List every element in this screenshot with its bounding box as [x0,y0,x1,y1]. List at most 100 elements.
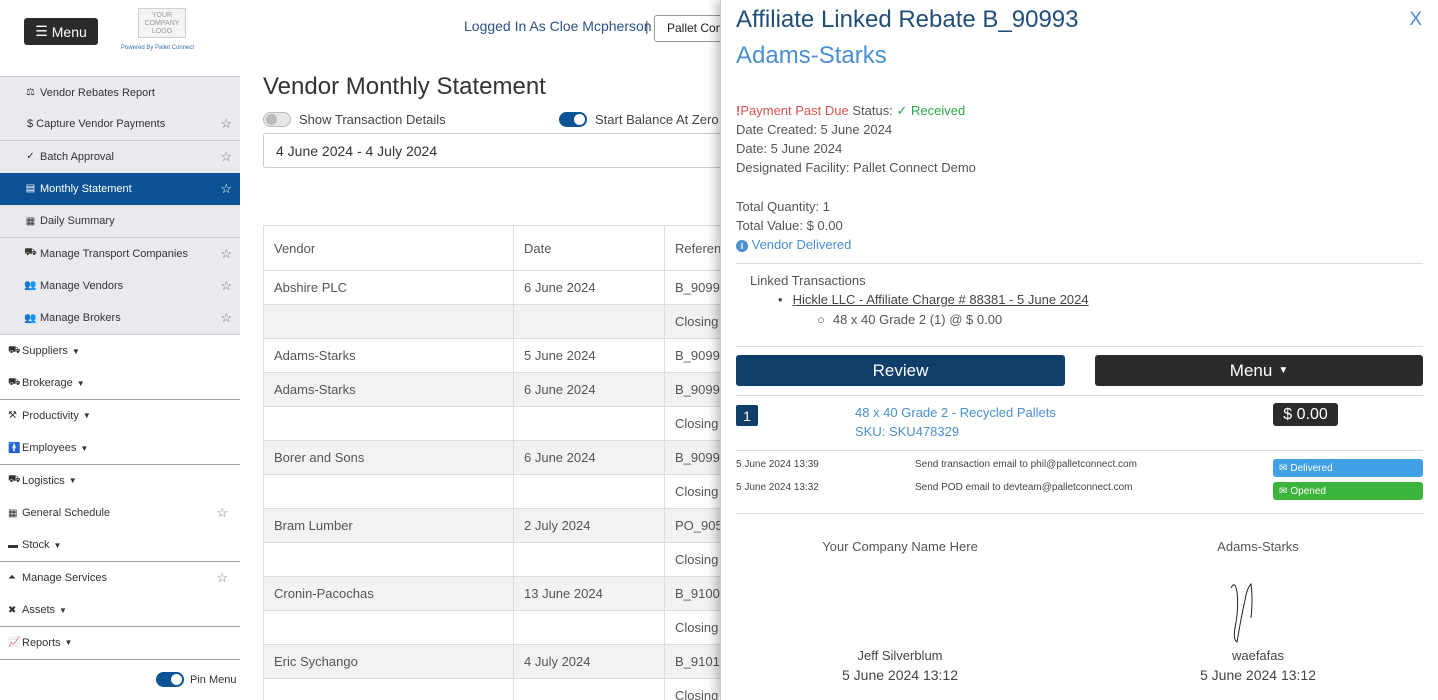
sidebar-item-label: Manage Services [22,571,107,584]
vendor-signer-name: waefafas [1231,648,1285,663]
list-icon: ▤ [25,183,36,195]
vendor-signature-date: 5 June 2024 13:12 [1200,667,1316,683]
sidebar-item-monthly-statement[interactable]: ▤ Monthly Statement ☆ [0,172,240,206]
sidebar-item-employees[interactable]: 🚹 Employees ▼ [0,432,240,466]
cell-date [513,678,665,700]
table-icon: ▦ [25,215,36,227]
start-balance-toggle[interactable] [559,112,587,127]
favorite-star-icon[interactable]: ☆ [216,505,228,521]
cell-date [513,474,665,509]
caret-down-icon: ▼ [64,638,73,648]
open-envelope-icon: ✉ [1279,485,1288,497]
cell-vendor: Borer and Sons [263,440,514,475]
date-range-input[interactable]: 4 June 2024 - 4 July 2024 [263,133,743,168]
table-row[interactable]: Bram Lumber 2 July 2024 PO_9050 [263,508,743,543]
sidebar-item-label: Manage Vendors [40,279,124,292]
circle-bullet-icon: ○ [817,312,825,327]
sidebar-item-logistics[interactable]: ⛟ Logistics ▼ [0,464,240,498]
table-row[interactable]: Abshire PLC 6 June 2024 B_90993 [263,270,743,305]
modal-subtitle[interactable]: Adams-Starks [736,42,887,70]
stock-icon: ▬ [8,539,18,551]
menu-button[interactable]: ☰ Menu [24,18,98,45]
cell-vendor [263,678,514,700]
sidebar-item-stock[interactable]: ▬ Stock ▼ [0,529,240,563]
sidebar-item-general-schedule[interactable]: ▦ General Schedule ☆ [0,497,240,530]
table-row[interactable]: Cronin-Pacochas 13 June 2024 B_91008 [263,576,743,611]
cell-date: 4 July 2024 [513,644,665,679]
sidebar-item-label: Manage Transport Companies [40,247,188,260]
column-date[interactable]: Date [513,225,665,271]
sidebar-item-label: $ Capture Vendor Payments [27,118,166,131]
cell-vendor: Cronin-Pacochas [263,576,514,611]
favorite-star-icon[interactable]: ☆ [220,278,232,294]
favorite-star-icon[interactable]: ☆ [216,570,228,586]
show-transaction-details[interactable]: Show Transaction Details [263,112,446,127]
pin-menu-toggle[interactable] [156,672,184,687]
sidebar-item-suppliers[interactable]: ⛟ Suppliers ▼ [0,335,240,368]
table-row[interactable]: Adams-Starks 6 June 2024 B_90993 [263,372,743,407]
users-icon: 👥 [24,312,37,324]
cell-date: 6 June 2024 [513,270,665,305]
sidebar-item-label: Employees [22,442,77,455]
cell-date: 5 June 2024 [513,338,665,373]
cell-vendor: Eric Sychango [263,644,514,679]
sidebar-item-vendor-rebates-report[interactable]: ⚖ Vendor Rebates Report [0,76,240,109]
sidebar-item-manage-services[interactable]: ⏶ Manage Services ☆ [0,561,240,595]
table-row[interactable]: Adams-Starks 5 June 2024 B_90993 [263,338,743,373]
table-row[interactable]: Eric Sychango 4 July 2024 B_91015 [263,644,743,679]
sidebar-item-capture-vendor-payments[interactable]: $ Capture Vendor Payments ☆ [0,108,240,142]
sidebar-item-daily-summary[interactable]: ▦ Daily Summary [0,205,240,239]
log-message: Send transaction email to phil@palletcon… [915,459,1137,470]
close-icon[interactable]: X [1409,9,1422,31]
modal-menu-button[interactable]: Menu ▼ [1095,355,1423,386]
sidebar-item-manage-brokers[interactable]: 👥 Manage Brokers ☆ [0,302,240,336]
designated-facility: Designated Facility: Pallet Connect Demo [736,160,976,175]
caret-down-icon: ▼ [68,476,77,486]
show-details-toggle[interactable] [263,112,291,127]
sidebar-item-manage-transport-companies[interactable]: ⛟ Manage Transport Companies ☆ [0,237,240,271]
table-row[interactable]: Closing [263,474,743,509]
table-row[interactable]: Borer and Sons 6 June 2024 B_90993 [263,440,743,475]
sidebar-item-batch-approval[interactable]: ✓ Batch Approval ☆ [0,140,240,174]
sidebar-item-reports[interactable]: 📈 Reports ▼ [0,626,240,660]
favorite-star-icon[interactable]: ☆ [220,149,232,165]
sidebar-item-assets[interactable]: ✖ Assets ▼ [0,594,240,628]
vendor-delivered: i Vendor Delivered [736,237,851,252]
truck-icon: ⛟ [8,474,21,486]
product-name[interactable]: 48 x 40 Grade 2 - Recycled Pallets [855,405,1056,420]
log-time: 5 June 2024 13:39 [736,459,819,470]
start-balance-at-zero[interactable]: Start Balance At Zero [559,112,719,127]
sidebar-item-label: General Schedule [22,507,111,519]
favorite-star-icon[interactable]: ☆ [220,246,232,262]
cell-date: 6 June 2024 [513,440,665,475]
table-row[interactable]: Closing [263,610,743,645]
table-row[interactable]: Closing [263,304,743,339]
sidebar-item-manage-vendors[interactable]: 👥 Manage Vendors ☆ [0,269,240,303]
linked-transaction-link[interactable]: Hickle LLC - Affiliate Charge # 88381 - … [793,292,1089,307]
cell-vendor: Adams-Starks [263,372,514,407]
favorite-star-icon[interactable]: ☆ [220,310,232,326]
caret-down-icon: ▼ [71,346,80,356]
cell-vendor: Bram Lumber [263,508,514,543]
product-sku[interactable]: SKU: SKU478329 [855,424,959,439]
table-row[interactable]: Closing [263,406,743,441]
sidebar-item-label: Logistics [22,474,65,487]
delivered-badge: ✉ Delivered [1273,459,1423,477]
pin-menu[interactable]: Pin Menu [156,672,236,687]
table-row[interactable]: Closing [263,542,743,577]
favorite-star-icon[interactable]: ☆ [220,181,232,197]
sidebar-item-productivity[interactable]: ⚒ Productivity ▼ [0,399,240,433]
column-vendor[interactable]: Vendor [263,225,514,271]
statement-table: Vendor Date Reference Abshire PLC 6 June … [263,225,743,700]
favorite-star-icon[interactable]: ☆ [220,116,232,132]
transaction-modal: Affiliate Linked Rebate B_90993 Adams-St… [720,0,1438,700]
person-icon: 🚹 [8,442,21,454]
table-row[interactable]: Closing [263,678,743,700]
review-button[interactable]: Review [736,355,1065,386]
sidebar: ⚖ Vendor Rebates Report $ Capture Vendor P… [0,72,240,700]
total-value: Total Value: $ 0.00 [736,218,843,233]
check-icon: ✓ [26,151,35,163]
logged-in-user[interactable]: Logged In As Cloe Mcpherson [464,18,652,34]
caret-down-icon: ▼ [80,443,89,453]
sidebar-item-brokerage[interactable]: ⛟ Brokerage ▼ [0,367,240,401]
